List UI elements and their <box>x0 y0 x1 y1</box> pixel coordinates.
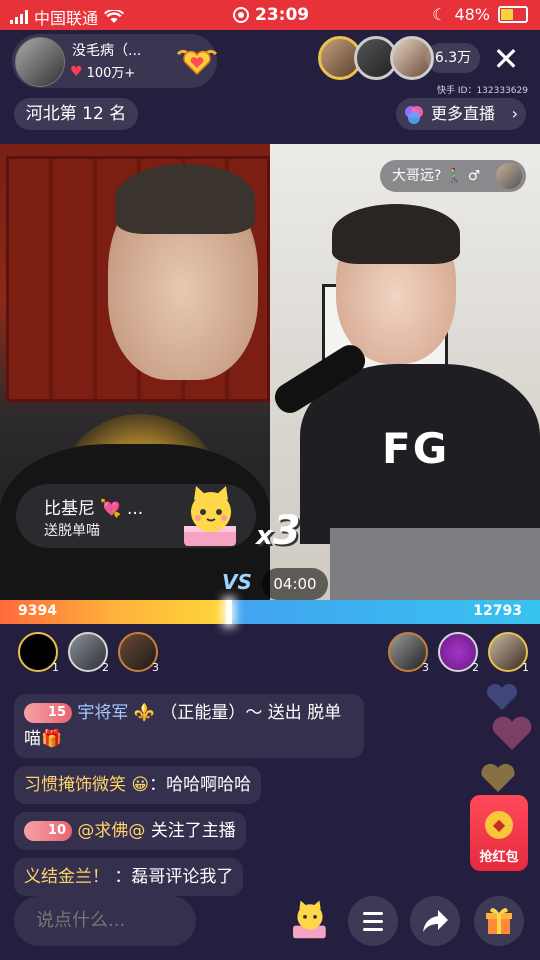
gift-name: 送脱单喵 <box>44 523 100 539</box>
comment-input[interactable] <box>14 896 196 946</box>
battery-percent: 48% <box>454 5 490 24</box>
region-rank[interactable]: 河北第 12 名 <box>14 98 138 130</box>
cat-gift-shortcut-icon[interactable] <box>288 898 332 942</box>
status-bar: 中国联通 23:09 ☾ 48% <box>0 0 540 30</box>
host-info[interactable]: 没毛病（... ♥ 100万+ <box>12 34 220 88</box>
gift-sender: 比基尼 💘 ... <box>44 499 144 519</box>
combo-count: 3 <box>272 508 301 554</box>
left-contributors: 1 2 3 <box>18 632 159 674</box>
red-packet-icon: ◆ <box>485 811 513 839</box>
desk <box>330 528 540 600</box>
account-id: 快手 ID：132333629 <box>437 86 528 96</box>
pk-left-score: 9394 <box>18 603 57 619</box>
more-live-button[interactable]: 更多直播 › <box>396 98 526 130</box>
more-live-icon <box>405 106 423 124</box>
live-header: 没毛病（... ♥ 100万+ 6.3万 ✕ 快手 ID：132333629 河… <box>0 30 540 144</box>
contributor-rank: 3 <box>152 661 159 674</box>
chat-user[interactable]: 习惯掩饰微笑 😀 <box>24 775 149 795</box>
right-contributors: 3 2 1 <box>388 632 529 674</box>
signal-icon <box>10 10 28 24</box>
level-badge: 15 <box>24 703 72 723</box>
viewer-count[interactable]: 6.3万 <box>426 43 480 73</box>
moon-icon: ☾ <box>432 5 447 24</box>
contributor-rank: 2 <box>102 661 109 674</box>
level-badge: 10 <box>24 821 72 841</box>
chat-message[interactable]: 15 宇将军 ⚜️ （正能量）～ 送出 脱单喵🎁 <box>14 694 364 758</box>
contributor-avatar[interactable]: 3 <box>118 632 159 674</box>
opponent-hair <box>332 204 460 264</box>
status-left: 中国联通 <box>10 5 125 29</box>
contributor-rank: 1 <box>52 661 59 674</box>
share-button[interactable] <box>410 896 460 946</box>
chevron-right-icon: › <box>511 104 518 123</box>
recording-icon <box>233 7 249 23</box>
wifi-icon <box>104 10 125 23</box>
menu-icon <box>363 912 383 931</box>
host-avatar[interactable] <box>15 37 65 87</box>
chat-list: 15 宇将军 ⚜️ （正能量）～ 送出 脱单喵🎁 习惯掩饰微笑 😀：哈哈啊哈哈 … <box>14 694 374 904</box>
contributor-avatar[interactable]: 2 <box>68 632 109 674</box>
contributor-avatar[interactable]: 1 <box>488 632 529 674</box>
fan-club-heart-icon[interactable] <box>174 46 220 76</box>
vs-icon: VS <box>222 570 252 594</box>
host-hair <box>115 164 255 234</box>
combo-prefix: x <box>256 521 273 551</box>
red-packet-button[interactable]: ◆ 抢红包 <box>470 795 528 871</box>
top-viewers <box>318 36 434 80</box>
chat-user[interactable]: 宇将军 ⚜️ <box>77 703 155 723</box>
status-right: ☾ 48% <box>432 5 528 24</box>
chat-text: （正能量）～ 送出 脱单喵🎁 <box>24 703 342 749</box>
shirt-logo: FG <box>382 424 450 473</box>
share-icon <box>423 910 448 932</box>
status-center: 23:09 <box>233 5 309 25</box>
contributor-rank: 2 <box>472 661 479 674</box>
red-packet-label: 抢红包 <box>479 850 519 865</box>
chat-text: ：哈哈啊哈哈 <box>149 775 252 795</box>
opponent-tag[interactable]: 大哥远? 🚶‍♂️ ♂ <box>380 160 526 192</box>
heart-icon: ♥ <box>70 63 83 80</box>
gift-box-icon <box>486 907 512 934</box>
likes-count: 100万+ <box>86 66 136 81</box>
close-icon: ✕ <box>492 40 520 78</box>
cat-gift-icon <box>184 486 236 546</box>
battery-icon <box>498 6 528 23</box>
chat-message[interactable]: 习惯掩饰微笑 😀：哈哈啊哈哈 <box>14 766 262 804</box>
clock: 23:09 <box>255 5 310 25</box>
carrier-label: 中国联通 <box>34 9 99 28</box>
opponent-video[interactable]: FG 大哥远? 🚶‍♂️ ♂ <box>270 144 540 600</box>
opponent-avatar[interactable] <box>496 163 522 189</box>
pk-right-score: 12793 <box>473 603 522 619</box>
bottom-bar <box>0 890 540 950</box>
contributor-rank: 1 <box>522 661 529 674</box>
pk-timer: 04:00 <box>262 568 328 600</box>
close-button[interactable]: ✕ <box>488 42 524 78</box>
contributor-avatar[interactable]: 3 <box>388 632 429 674</box>
chat-user[interactable]: 义结金兰！ <box>24 867 109 887</box>
opponent-name: 大哥远? 🚶‍♂️ ♂ <box>392 168 481 184</box>
contributor-rank: 3 <box>422 661 429 674</box>
menu-button[interactable] <box>348 896 398 946</box>
more-live-label: 更多直播 <box>431 104 496 123</box>
gift-combo: x3 <box>256 508 301 554</box>
pk-score-bar: 9394 12793 <box>0 600 540 624</box>
gift-button[interactable] <box>474 896 524 946</box>
contributor-avatar[interactable]: 1 <box>18 632 59 674</box>
chat-message[interactable]: 10 @求佛@ 关注了主播 <box>14 812 246 850</box>
chat-text: 关注了主播 <box>150 821 236 841</box>
contributor-avatar[interactable]: 2 <box>438 632 479 674</box>
chat-user[interactable]: @求佛@ <box>77 821 145 841</box>
chat-text: ：磊哥评论我了 <box>114 867 234 887</box>
pk-divider <box>226 600 232 624</box>
host-likes: ♥ 100万+ <box>70 62 136 82</box>
host-name: 没毛病（... <box>72 43 142 59</box>
